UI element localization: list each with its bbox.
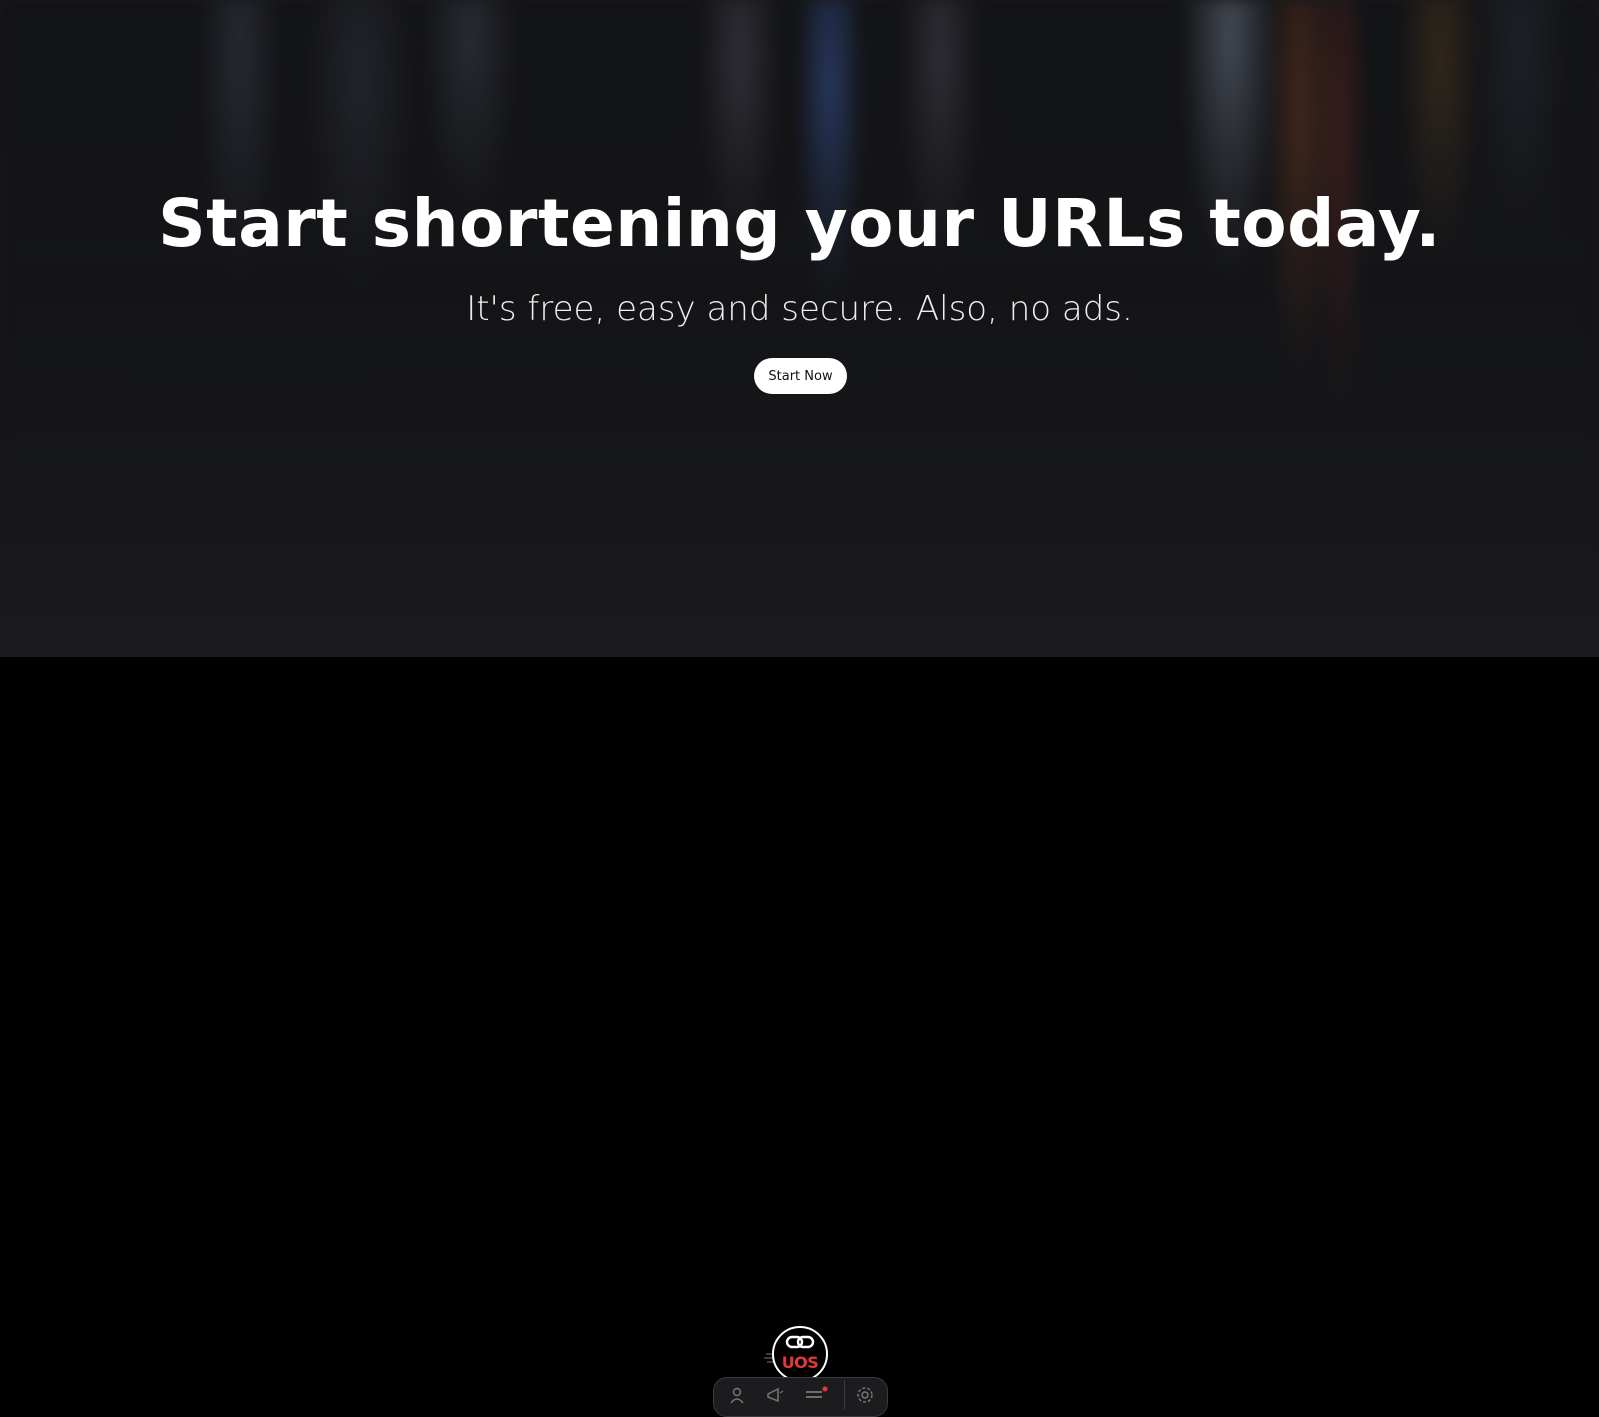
chain-link-icon xyxy=(785,1335,815,1349)
site-logo[interactable]: UOS xyxy=(772,1326,828,1382)
dock-divider xyxy=(844,1380,845,1410)
megaphone-icon[interactable] xyxy=(766,1386,784,1404)
logo-text: UOS xyxy=(781,1353,819,1372)
person-icon[interactable] xyxy=(728,1386,746,1404)
settings-icon[interactable] xyxy=(856,1386,874,1404)
bottom-dock xyxy=(713,1377,888,1417)
menu-icon[interactable] xyxy=(806,1386,828,1404)
hero-section: Start shortening your URLs today. It's f… xyxy=(0,0,1599,657)
hero-subline: It's free, easy and secure. Also, no ads… xyxy=(466,289,1133,329)
hero-headline: Start shortening your URLs today. xyxy=(158,185,1441,262)
footer: UOS xyxy=(0,657,1599,1417)
start-now-button[interactable]: Start Now xyxy=(754,358,847,394)
